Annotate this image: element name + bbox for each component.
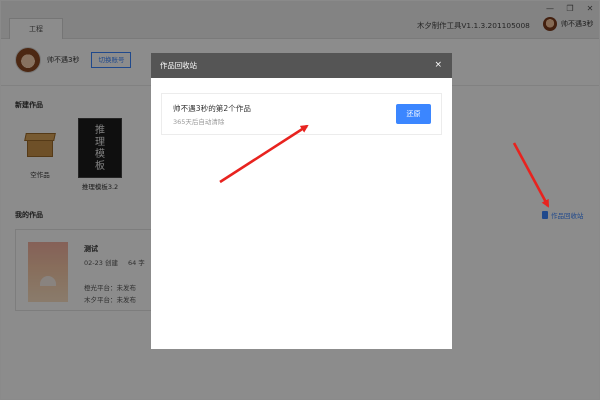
recycle-bin-dialog: 作品回收站 × 帅不遇3秒的第2个作品 365天后自动清除 还原 (151, 53, 452, 349)
app-window: 工程 木夕制作工具V1.1.3.201105008 帅不遇3秒 — ❐ ✕ 帅不… (0, 0, 600, 400)
dialog-header: 作品回收站 × (151, 53, 452, 78)
dialog-title: 作品回收站 (160, 61, 197, 70)
recycle-item-note: 365天后自动清除 (173, 118, 225, 126)
restore-button[interactable]: 还原 (396, 104, 431, 124)
recycle-item-name: 帅不遇3秒的第2个作品 (173, 104, 252, 113)
recycle-item: 帅不遇3秒的第2个作品 365天后自动清除 还原 (161, 93, 442, 135)
close-icon[interactable]: × (434, 53, 442, 78)
